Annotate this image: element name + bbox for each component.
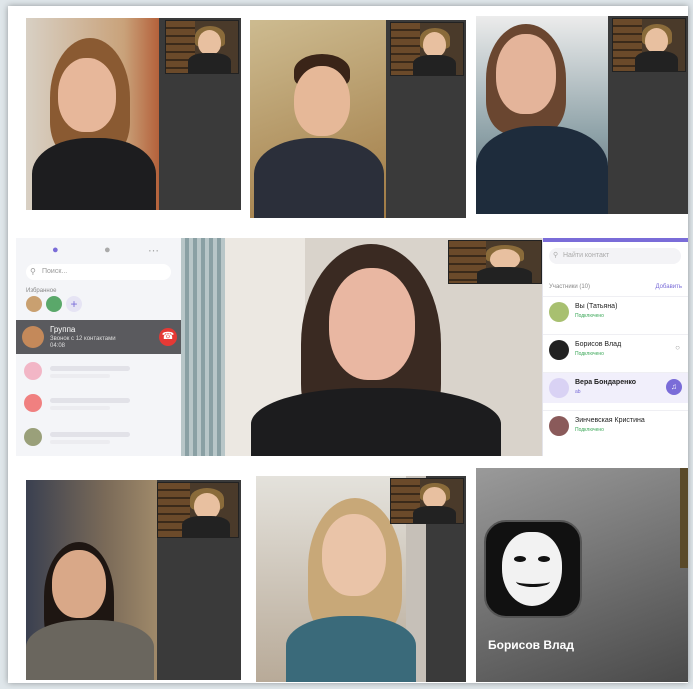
search-placeholder: Поиск... xyxy=(42,268,68,275)
person-face xyxy=(322,514,386,596)
list-item[interactable] xyxy=(24,394,144,414)
participant-search-input[interactable]: ⚲ Найти контакт xyxy=(549,248,681,264)
participants-panel: ⚲ Найти контакт Участники (10) Добавить … xyxy=(542,238,688,456)
call-timer: 04:08 xyxy=(50,343,66,349)
favorites-avatars: + xyxy=(26,296,146,314)
call-title: Группа xyxy=(50,325,76,334)
person-face xyxy=(496,34,556,114)
participant-row[interactable]: Борисов Влад Подключено ○ xyxy=(543,334,688,365)
person-body xyxy=(251,388,501,456)
avatar xyxy=(549,302,569,322)
mute-icon: ○ xyxy=(675,343,680,352)
main-video xyxy=(181,238,544,456)
person-body xyxy=(26,620,154,680)
self-view-thumbnail[interactable] xyxy=(390,22,464,76)
person-body xyxy=(286,616,416,682)
video-tile-6: Борисов Влад xyxy=(476,468,688,682)
mask-face xyxy=(502,532,562,606)
self-view-thumbnail[interactable] xyxy=(612,18,686,72)
video-tile-4 xyxy=(26,480,241,680)
list-item[interactable] xyxy=(24,428,144,448)
avatar xyxy=(549,416,569,436)
person-face xyxy=(329,268,415,380)
self-view-thumbnail[interactable] xyxy=(390,478,464,524)
phone-icon[interactable]: ● xyxy=(104,244,111,256)
participant-row[interactable]: Зинчевская Кристина Подключено xyxy=(543,410,688,441)
video-tile-2 xyxy=(250,20,466,218)
mask-eye xyxy=(538,556,550,562)
self-view-thumbnail[interactable] xyxy=(157,482,239,538)
microphone-icon[interactable]: ♫ xyxy=(666,379,682,395)
avatar xyxy=(549,378,569,398)
video-tile-1 xyxy=(26,18,241,210)
mask-mustache xyxy=(516,576,550,587)
person-body xyxy=(32,138,156,210)
participants-header: Участники (10) xyxy=(549,284,591,290)
list-item[interactable] xyxy=(24,362,144,382)
person-body xyxy=(476,126,608,214)
avatar xyxy=(549,340,569,360)
participant-name: Борисов Влад xyxy=(575,341,622,348)
guy-fawkes-mask-avatar xyxy=(484,520,582,618)
side-strip xyxy=(680,468,688,568)
call-subtitle: Звонок с 12 контактами 04:08 xyxy=(50,336,116,349)
favorites-label: Избранное xyxy=(26,288,57,294)
person-body xyxy=(254,138,384,218)
participant-search-placeholder: Найти контакт xyxy=(563,252,610,259)
hangup-button[interactable]: ☎ xyxy=(159,328,177,346)
person-face xyxy=(52,550,106,618)
search-icon: ⚲ xyxy=(30,267,36,276)
chat-bubble-icon[interactable]: ● xyxy=(52,244,59,256)
participant-name-label: Борисов Влад xyxy=(488,638,574,652)
participant-name: Зинчевская Кристина xyxy=(575,417,645,424)
add-favorite-button[interactable]: + xyxy=(66,296,82,312)
participant-status: Подключено xyxy=(575,313,604,319)
panel-top-bar xyxy=(543,238,688,242)
collage-frame: ● ● ⋯ ⚲ Поиск... Избранное + Группа Звон… xyxy=(8,6,688,683)
video-tile-5 xyxy=(256,476,466,682)
more-dots-icon[interactable]: ⋯ xyxy=(148,244,159,257)
participant-status: Подключено xyxy=(575,351,604,357)
person-face xyxy=(294,66,350,136)
self-view-thumbnail[interactable] xyxy=(448,240,542,284)
curtain xyxy=(181,238,225,456)
self-view-thumbnail[interactable] xyxy=(165,20,239,74)
avatar[interactable] xyxy=(26,296,42,312)
messenger-window: ● ● ⋯ ⚲ Поиск... Избранное + Группа Звон… xyxy=(16,238,688,456)
search-icon: ⚲ xyxy=(553,252,559,259)
participant-row[interactable]: Вера Бондаренко ab ♫ xyxy=(543,372,688,403)
chat-sidebar: ● ● ⋯ ⚲ Поиск... Избранное + Группа Звон… xyxy=(16,238,181,456)
mask-eye xyxy=(514,556,526,562)
participant-status: ab xyxy=(575,389,581,395)
hangup-icon: ☎ xyxy=(161,331,175,342)
active-call-row[interactable]: Группа Звонок с 12 контактами 04:08 ☎ xyxy=(16,320,181,354)
video-tile-3 xyxy=(476,16,688,214)
group-avatar xyxy=(22,326,44,348)
avatar[interactable] xyxy=(46,296,62,312)
participant-name: Вера Бондаренко xyxy=(575,379,637,386)
participant-name: Вы (Татьяна) xyxy=(575,303,618,310)
search-input[interactable]: ⚲ Поиск... xyxy=(26,264,171,280)
participant-row[interactable]: Вы (Татьяна) Подключено xyxy=(543,296,688,327)
participant-status: Подключено xyxy=(575,427,604,433)
add-participant-link[interactable]: Добавить xyxy=(655,284,682,290)
sidebar-tabs: ● ● ⋯ xyxy=(16,242,181,260)
person-face xyxy=(58,58,116,132)
